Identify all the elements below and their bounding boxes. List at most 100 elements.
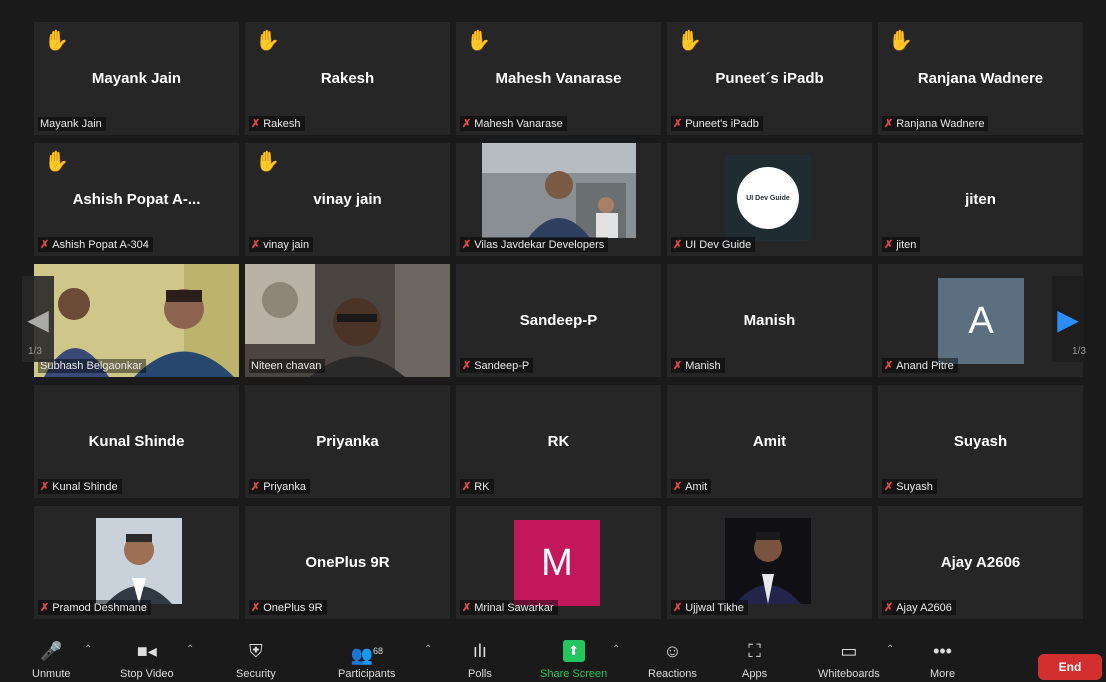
whiteboards-label: Whiteboards — [818, 668, 880, 680]
participant-tile[interactable]: Manish ✗ Manish — [667, 264, 872, 377]
unmute-button[interactable]: 🎤 Unmute — [32, 640, 71, 680]
name-label: OnePlus 9R — [263, 601, 323, 614]
name-label: Suyash — [896, 480, 933, 493]
participant-name: Puneet´s iPadb — [715, 70, 824, 87]
participant-name: Ashish Popat A-... — [72, 191, 201, 208]
participant-tile[interactable]: RK ✗ RK — [456, 385, 661, 498]
name-label: UI Dev Guide — [685, 238, 752, 251]
chevron-up-icon[interactable]: ⌃ — [612, 644, 620, 655]
whiteboards-button[interactable]: ▭ Whiteboards — [818, 640, 880, 680]
participant-tile[interactable]: ✋ vinay jain ✗ vinay jain — [245, 143, 450, 256]
polls-button[interactable]: ılı Polls — [468, 640, 492, 680]
page-indicator-left: 1/3 — [28, 346, 42, 357]
chevron-up-icon[interactable]: ⌃ — [886, 644, 894, 655]
name-label: Niteen chavan — [251, 360, 322, 372]
mic-muted-icon: ✗ — [673, 239, 683, 251]
participants-button[interactable]: 👥68 Participants — [338, 640, 395, 680]
name-label: vinay jain — [263, 238, 310, 251]
participant-tile[interactable]: Amit ✗ Amit — [667, 385, 872, 498]
participant-name: Mahesh Vanarase — [495, 70, 622, 87]
stop-video-button[interactable]: ■◂ Stop Video — [120, 640, 174, 680]
participant-tile[interactable]: ✋ Mayank Jain Mayank Jain — [34, 22, 239, 135]
raised-hand-icon: ✋ — [466, 30, 491, 52]
share-screen-button[interactable]: ⬆ Share Screen — [540, 640, 607, 680]
participant-label: Mayank Jain — [38, 117, 106, 131]
participant-label: ✗ Manish — [671, 358, 725, 373]
participant-name: Amit — [752, 433, 787, 450]
security-button[interactable]: ⛨ Security — [236, 640, 276, 680]
participant-label: ✗ Kunal Shinde — [38, 479, 122, 494]
reactions-label: Reactions — [648, 668, 697, 680]
participants-label: Participants — [338, 668, 396, 680]
chevron-up-icon[interactable]: ⌃ — [84, 644, 92, 655]
chevron-up-icon[interactable]: ⌃ — [186, 644, 194, 655]
participant-tile[interactable]: Ajay A2606 ✗ Ajay A2606 — [878, 506, 1083, 619]
mic-muted-icon: ✗ — [673, 360, 683, 372]
participant-tile[interactable]: ✗ Ujjwal Tikhe — [667, 506, 872, 619]
participant-tile[interactable]: ✋ Rakesh ✗ Rakesh — [245, 22, 450, 135]
raised-hand-icon: ✋ — [44, 151, 69, 173]
name-label: Amit — [685, 480, 708, 493]
avatar: A — [938, 278, 1024, 364]
participant-label: ✗ Ranjana Wadnere — [882, 116, 989, 131]
mic-muted-icon: ✗ — [462, 118, 472, 130]
participant-name: Rakesh — [320, 70, 375, 87]
mic-muted-icon: ✗ — [673, 118, 683, 130]
profile-picture — [725, 518, 811, 604]
mic-muted-icon: ✗ — [884, 360, 894, 372]
whiteboard-icon: ▭ — [840, 641, 858, 661]
chevron-up-icon[interactable]: ⌃ — [424, 644, 432, 655]
apps-icon: ⛶ — [748, 641, 761, 661]
mic-muted-icon: ✗ — [251, 118, 261, 130]
participant-label: ✗ vinay jain — [249, 237, 314, 252]
name-label: Mayank Jain — [40, 118, 102, 130]
shield-icon: ⛨ — [249, 641, 263, 661]
participant-tile[interactable]: Kunal Shinde ✗ Kunal Shinde — [34, 385, 239, 498]
name-label: Kunal Shinde — [52, 480, 118, 493]
participant-name: Ajay A2606 — [940, 554, 1021, 571]
raised-hand-icon: ✋ — [677, 30, 702, 52]
participant-label: ✗ UI Dev Guide — [671, 237, 756, 252]
participant-tile[interactable]: Niteen chavan — [245, 264, 450, 377]
mic-muted-icon: ✗ — [884, 239, 894, 251]
participant-tile[interactable]: ✋ Puneet´s iPadb ✗ Puneet's iPadb — [667, 22, 872, 135]
name-label: Puneet's iPadb — [685, 117, 759, 130]
participant-tile[interactable]: OnePlus 9R ✗ OnePlus 9R — [245, 506, 450, 619]
participant-tile[interactable]: ✋ Ranjana Wadnere ✗ Ranjana Wadnere — [878, 22, 1083, 135]
participant-name: Mayank Jain — [91, 70, 182, 87]
participant-tile[interactable]: ✋ Mahesh Vanarase ✗ Mahesh Vanarase — [456, 22, 661, 135]
name-label: Rakesh — [263, 117, 301, 130]
raised-hand-icon: ✋ — [255, 151, 280, 173]
participant-name: vinay jain — [313, 191, 382, 208]
participant-tile[interactable]: Suyash ✗ Suyash — [878, 385, 1083, 498]
ellipsis-icon: ••• — [933, 641, 952, 661]
participant-name: jiten — [965, 191, 996, 208]
participant-tile[interactable]: ✗ Pramod Deshmane — [34, 506, 239, 619]
participant-label: ✗ Mrinal Sawarkar — [460, 600, 558, 615]
participants-icon: 👥68 — [350, 645, 383, 665]
participant-tile[interactable]: UI Dev Guide ✗ UI Dev Guide — [667, 143, 872, 256]
unmute-label: Unmute — [32, 668, 71, 680]
participant-tile[interactable]: jiten ✗ jiten — [878, 143, 1083, 256]
participant-tile[interactable]: ✗ Vilas Javdekar Developers — [456, 143, 661, 256]
mic-muted-icon: ✗ — [462, 602, 472, 614]
reactions-button[interactable]: ☺ Reactions — [648, 640, 697, 680]
apps-button[interactable]: ⛶ Apps — [742, 640, 767, 680]
participant-tile[interactable]: ✋ Ashish Popat A-... ✗ Ashish Popat A-304 — [34, 143, 239, 256]
participant-tile[interactable]: M ✗ Mrinal Sawarkar — [456, 506, 661, 619]
end-meeting-button[interactable]: End — [1038, 654, 1102, 680]
participant-label: ✗ Mahesh Vanarase — [460, 116, 567, 131]
participant-label: Subhash Belgaonkar — [38, 359, 147, 373]
name-label: Subhash Belgaonkar — [40, 360, 143, 372]
participant-label: ✗ Ujjwal Tikhe — [671, 600, 748, 615]
bar-chart-icon: ılı — [472, 641, 487, 661]
name-label: RK — [474, 480, 490, 493]
name-label: Vilas Javdekar Developers — [474, 238, 605, 251]
participant-label: ✗ Ashish Popat A-304 — [38, 237, 153, 252]
more-button[interactable]: ••• More — [930, 640, 955, 680]
participant-tile[interactable]: Priyanka ✗ Priyanka — [245, 385, 450, 498]
participant-tile[interactable]: Sandeep-P ✗ Sandeep-P — [456, 264, 661, 377]
name-label: Anand Pitre — [896, 359, 954, 372]
raised-hand-icon: ✋ — [255, 30, 280, 52]
participant-tile-active-speaker[interactable]: Subhash Belgaonkar — [34, 264, 239, 377]
